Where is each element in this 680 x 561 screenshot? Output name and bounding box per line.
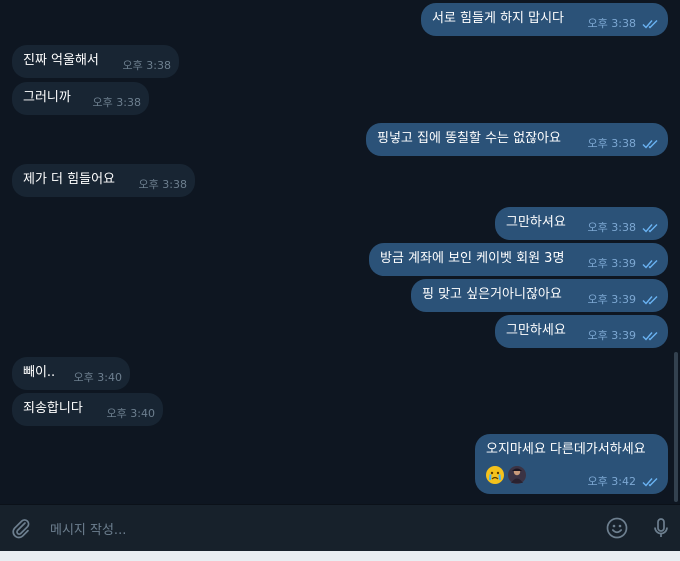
message-text: 그만하셔요 [506,215,566,230]
paperclip-icon[interactable] [9,516,33,540]
message-outgoing[interactable]: 그만하셔요 오후 3:38 [495,207,668,240]
message-text: 핑넣고 집에 똥칠할 수는 없잖아요 [377,131,561,146]
message-time: 오후 3:39 [587,329,636,342]
message-text: 서로 힘들게 하지 맙시다 [432,11,564,26]
message-time: 오후 3:40 [106,407,155,420]
window-bottom-edge [0,551,680,561]
message-text: 진짜 억울해서 [23,53,99,68]
smile-icon[interactable] [605,516,629,540]
message-time: 오후 3:39 [587,293,636,306]
message-list[interactable]: 서로 힘들게 하지 맙시다 오후 3:38 진짜 억울해서 오후 3:38 그러… [0,0,680,504]
person-emoji [508,466,526,484]
message-time: 오후 3:40 [73,371,122,384]
message-incoming[interactable]: 진짜 억울해서 오후 3:38 [12,45,179,78]
read-ticks-icon [642,139,658,149]
message-text: 핑 맞고 싶은거아니잖아요 [422,287,562,302]
message-text: 제가 더 힘들어요 [23,172,115,187]
message-outgoing[interactable]: 방금 계좌에 보인 케이벳 회원 3명 오후 3:39 [369,243,668,276]
message-input[interactable]: 메시지 작성... [50,519,126,538]
message-text: 그러니까 [23,90,71,105]
message-outgoing[interactable]: 서로 힘들게 하지 맙시다 오후 3:38 [421,3,668,36]
message-text: 오지마세요 다른데가서하세요 [486,442,646,457]
read-ticks-icon [642,259,658,269]
message-outgoing[interactable]: 핑넣고 집에 똥칠할 수는 없잖아요 오후 3:38 [366,123,668,156]
crying-face-emoji [486,466,504,484]
message-outgoing[interactable]: 오지마세요 다른데가서하세요 오후 3:42 [475,434,668,494]
message-time: 오후 3:42 [587,475,636,488]
microphone-icon[interactable] [649,516,673,540]
message-time: 오후 3:38 [138,178,187,191]
message-incoming[interactable]: 제가 더 힘들어요 오후 3:38 [12,164,195,197]
chat-scrollbar[interactable] [674,352,678,502]
read-ticks-icon [642,19,658,29]
message-time: 오후 3:38 [122,59,171,72]
message-time: 오후 3:38 [587,137,636,150]
message-text: 그만하세요 [506,323,566,338]
message-text: 방금 계좌에 보인 케이벳 회원 3명 [380,251,565,266]
message-incoming[interactable]: 죄송합니다 오후 3:40 [12,393,163,426]
read-ticks-icon [642,223,658,233]
read-ticks-icon [642,331,658,341]
message-composer: 메시지 작성... [0,504,680,551]
message-incoming[interactable]: 그러니까 오후 3:38 [12,82,149,115]
message-text: 빼이.. [23,365,56,380]
message-outgoing[interactable]: 그만하세요 오후 3:39 [495,315,668,348]
message-incoming[interactable]: 빼이.. 오후 3:40 [12,357,130,390]
message-time: 오후 3:38 [587,17,636,30]
message-time: 오후 3:38 [587,221,636,234]
message-time: 오후 3:38 [92,96,141,109]
message-outgoing[interactable]: 핑 맞고 싶은거아니잖아요 오후 3:39 [411,279,668,312]
read-ticks-icon [642,295,658,305]
message-text: 죄송합니다 [23,401,83,416]
read-ticks-icon [642,477,658,487]
message-time: 오후 3:39 [587,257,636,270]
